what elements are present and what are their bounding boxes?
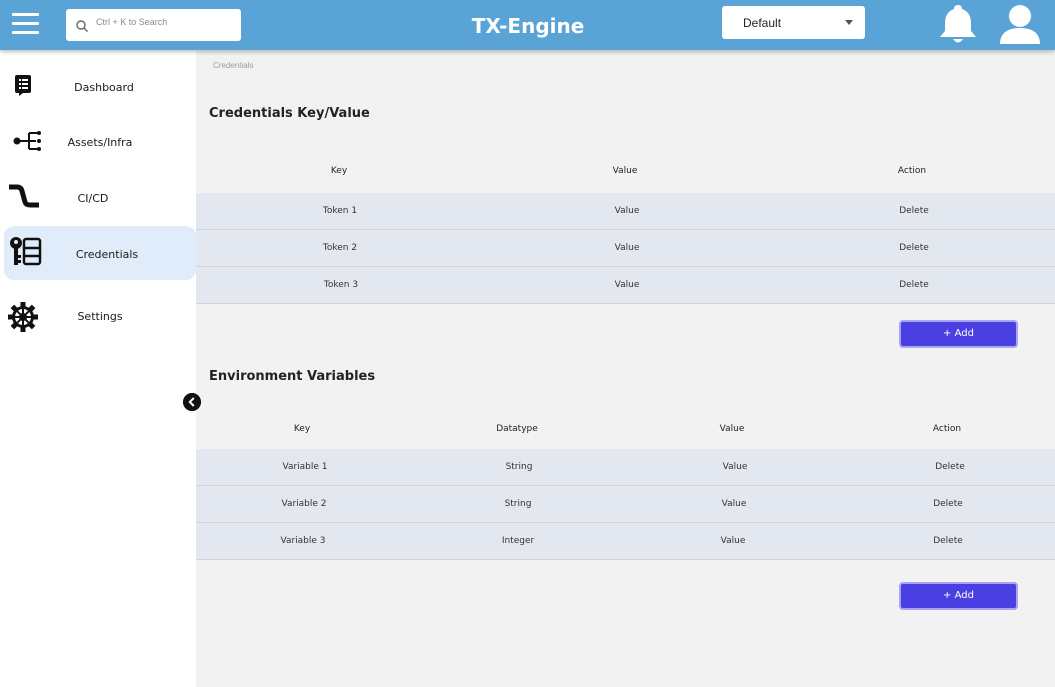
cell-key: Token 3	[323, 280, 359, 290]
cell-value: Value	[614, 206, 640, 216]
pipeline-icon	[9, 184, 39, 208]
column-header-key: Key	[330, 166, 348, 176]
delete-button[interactable]: Delete	[933, 536, 963, 546]
gear-icon	[8, 302, 38, 332]
caret-down-icon	[845, 20, 853, 25]
sidebar-item-label: CI/CD	[77, 192, 109, 205]
cell-key: Variable 1	[282, 462, 328, 472]
sidebar-item-assets-infra[interactable]: Assets/Infra	[4, 114, 196, 168]
env-vars-section-title: Environment Variables	[209, 369, 376, 384]
cell-value: Value	[722, 462, 748, 472]
bell-icon[interactable]	[935, 2, 981, 46]
table-row: Variable 2 String Value Delete	[196, 486, 1055, 523]
add-credential-button[interactable]: + Add	[899, 320, 1018, 348]
cell-key: Token 2	[322, 243, 358, 253]
cell-datatype: Integer	[501, 536, 535, 546]
delete-button[interactable]: Delete	[933, 499, 963, 509]
sidebar-item-settings[interactable]: Settings	[4, 288, 196, 342]
column-header-action: Action	[897, 166, 927, 176]
delete-button[interactable]: Delete	[899, 280, 929, 290]
hamburger-menu-icon[interactable]	[12, 10, 40, 38]
table-row: Token 2 Value Delete	[196, 230, 1055, 267]
sidebar-item-credentials[interactable]: Credentials	[4, 226, 196, 280]
user-avatar-icon[interactable]	[997, 2, 1043, 46]
document-list-icon	[15, 75, 31, 96]
cell-key: Variable 3	[280, 536, 326, 546]
collapse-sidebar-chevron-left-icon[interactable]	[183, 393, 201, 411]
cell-value: Value	[721, 499, 747, 509]
column-header-key: Key	[293, 424, 311, 434]
sidebar-item-dashboard[interactable]: Dashboard	[4, 59, 196, 113]
breadcrumb[interactable]: Credentials	[213, 61, 253, 70]
sidebar-item-ci-cd[interactable]: CI/CD	[4, 170, 196, 224]
search-input[interactable]	[96, 15, 234, 29]
sidebar-item-label: Settings	[77, 310, 123, 323]
app-title: TX-Engine	[471, 14, 585, 38]
column-header-value: Value	[719, 424, 745, 434]
key-icon	[10, 237, 42, 266]
column-header-action: Action	[932, 424, 962, 434]
delete-button[interactable]: Delete	[899, 243, 929, 253]
cell-value: Value	[614, 243, 640, 253]
sidebar: Dashboard Assets/Infra CI/CD Credentials…	[0, 50, 196, 687]
sidebar-item-label: Credentials	[75, 248, 139, 261]
column-header-datatype: Datatype	[496, 424, 538, 434]
environment-select[interactable]: Default	[722, 6, 865, 39]
table-row: Variable 3 Integer Value Delete	[196, 523, 1055, 560]
search-box[interactable]	[66, 9, 241, 41]
delete-button[interactable]: Delete	[935, 462, 965, 472]
cell-value: Value	[614, 280, 640, 290]
cell-key: Token 1	[322, 206, 358, 216]
environment-select-value: Default	[743, 16, 782, 30]
add-env-var-button[interactable]: + Add	[899, 582, 1018, 610]
search-icon	[76, 20, 88, 32]
top-header: TX-Engine Default	[0, 0, 1055, 50]
table-row: Token 1 Value Delete	[196, 193, 1055, 230]
cell-datatype: String	[505, 462, 533, 472]
cell-datatype: String	[504, 499, 532, 509]
sidebar-item-label: Assets/Infra	[67, 136, 133, 149]
column-header-value: Value	[612, 166, 638, 176]
delete-button[interactable]: Delete	[899, 206, 929, 216]
credentials-section-title: Credentials Key/Value	[209, 106, 370, 121]
table-row: Token 3 Value Delete	[196, 267, 1055, 304]
sidebar-item-label: Dashboard	[74, 81, 134, 94]
network-tree-icon	[13, 131, 41, 151]
cell-value: Value	[720, 536, 746, 546]
table-row: Variable 1 String Value Delete	[196, 449, 1055, 486]
cell-key: Variable 2	[281, 499, 327, 509]
